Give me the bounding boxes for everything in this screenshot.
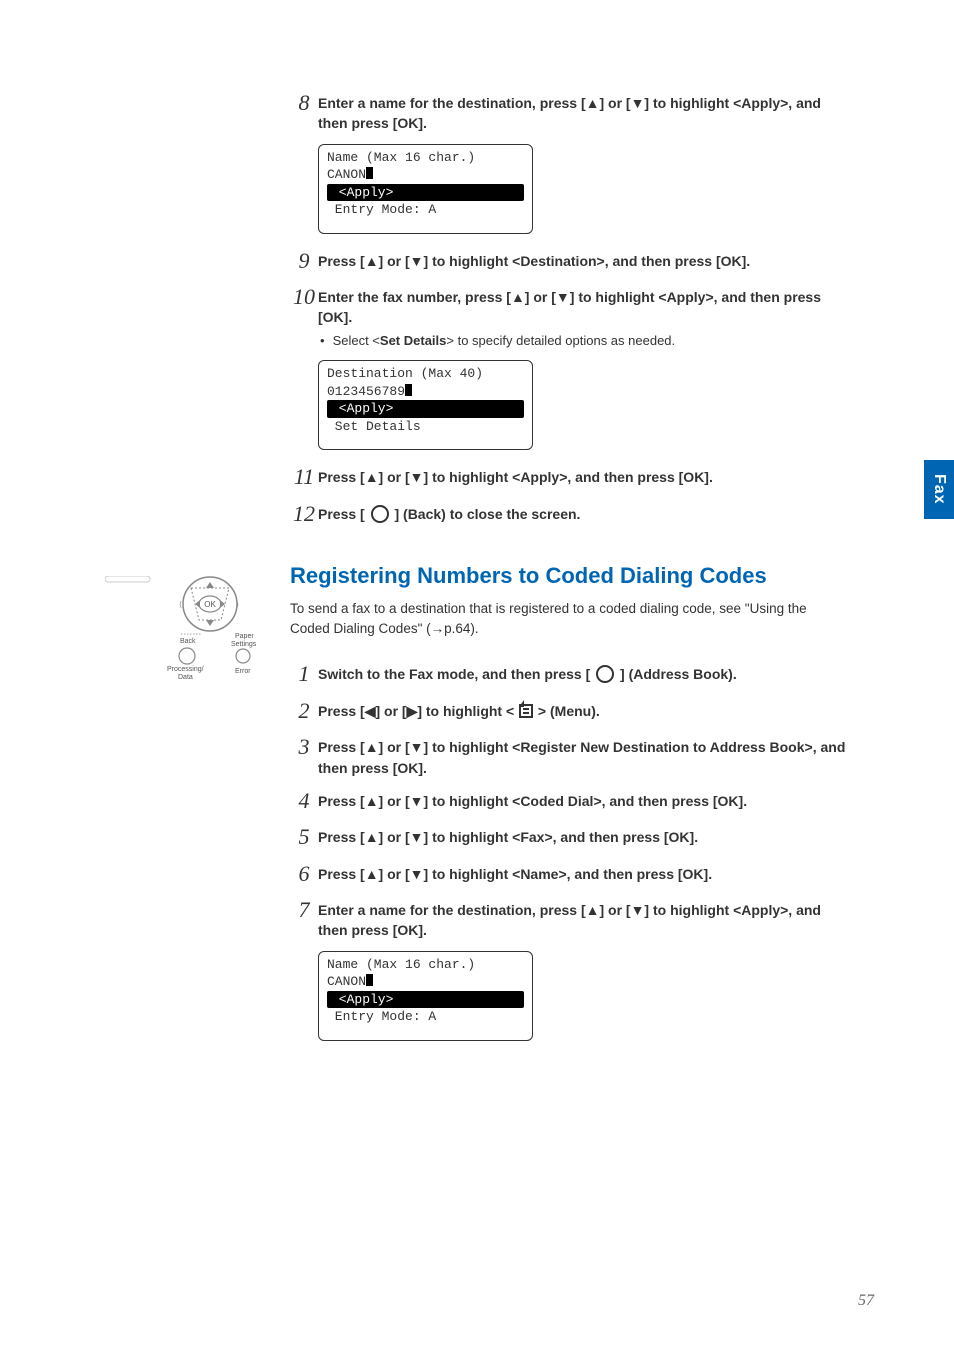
step-number: 2 xyxy=(290,698,318,724)
step-b7: 7 Enter a name for the destination, pres… xyxy=(290,897,850,941)
cursor-icon xyxy=(405,384,412,396)
step-b3: 3 Press [▲] or [▼] to highlight <Registe… xyxy=(290,734,850,778)
bullet-note: • Select <Set Details> to specify detail… xyxy=(318,332,850,350)
svg-text:Error: Error xyxy=(235,668,251,675)
step-number: 7 xyxy=(290,897,318,923)
step-11: 11 Press [▲] or [▼] to highlight <Apply>… xyxy=(290,464,850,490)
step-text: Enter the fax number, press [▲] or [▼] t… xyxy=(318,287,850,328)
step-text: Press [▲] or [▼] to highlight <Name>, an… xyxy=(318,864,850,884)
step-b2: 2 Press [◀] or [▶] to highlight < > (Men… xyxy=(290,698,850,724)
address-book-button-icon xyxy=(596,665,614,683)
step-10: 10 Enter the fax number, press [▲] or [▼… xyxy=(290,284,850,350)
side-tab: Fax xyxy=(924,460,954,519)
svg-text:OK: OK xyxy=(204,600,216,609)
step-number: 11 xyxy=(290,464,318,490)
lcd-line: 0123456789 xyxy=(321,383,530,401)
step-number: 6 xyxy=(290,861,318,887)
lcd-line: Name (Max 16 char.) xyxy=(321,149,530,167)
step-number: 8 xyxy=(290,90,318,116)
lcd-line: CANON xyxy=(321,166,530,184)
lcd-highlight: <Apply> xyxy=(327,991,524,1009)
step-number: 3 xyxy=(290,734,318,760)
step-text: Press [▲] or [▼] to highlight <Apply>, a… xyxy=(318,467,850,487)
step-12: 12 Press [ ] (Back) to close the screen. xyxy=(290,501,850,527)
lcd-highlight: <Apply> xyxy=(327,184,524,202)
step-number: 10 xyxy=(290,284,318,310)
step-number: 1 xyxy=(290,661,318,687)
svg-text:Back: Back xyxy=(180,638,196,645)
step-text: Press [▲] or [▼] to highlight <Register … xyxy=(318,737,850,778)
svg-text:Processing/: Processing/ xyxy=(167,666,204,673)
step-number: 5 xyxy=(290,824,318,850)
step-text: Press [▲] or [▼] to highlight <Destinati… xyxy=(318,251,850,271)
step-b6: 6 Press [▲] or [▼] to highlight <Name>, … xyxy=(290,861,850,887)
step-text: Enter a name for the destination, press … xyxy=(318,93,850,134)
step-number: 12 xyxy=(290,501,318,527)
svg-text:Paper: Paper xyxy=(235,633,254,640)
lcd-line: Entry Mode: A xyxy=(321,201,530,219)
lcd-line: Destination (Max 40) xyxy=(321,365,530,383)
step-b1: 1 Switch to the Fax mode, and then press… xyxy=(290,661,850,687)
section-heading: Registering Numbers to Coded Dialing Cod… xyxy=(290,563,850,589)
step-text: Press [◀] or [▶] to highlight < > (Menu)… xyxy=(318,701,850,721)
section-intro: To send a fax to a destination that is r… xyxy=(290,599,850,640)
lcd-screen-destination: Destination (Max 40) 0123456789 <Apply> … xyxy=(318,360,533,450)
step-text: Press [▲] or [▼] to highlight <Fax>, and… xyxy=(318,827,850,847)
step-number: 9 xyxy=(290,248,318,274)
lcd-line: Set Details xyxy=(321,418,530,436)
lcd-highlight: <Apply> xyxy=(327,400,524,418)
step-text: Press [ ] (Back) to close the screen. xyxy=(318,504,850,524)
svg-text:Settings: Settings xyxy=(231,641,257,648)
lcd-line: CANON xyxy=(321,973,530,991)
step-text: Press [▲] or [▼] to highlight <Coded Dia… xyxy=(318,791,850,811)
svg-text:⟨: ⟨ xyxy=(179,600,182,609)
lcd-screen-name-2: Name (Max 16 char.) CANON <Apply> Entry … xyxy=(318,951,533,1041)
svg-text:Data: Data xyxy=(178,674,193,681)
svg-text:⟩: ⟩ xyxy=(236,600,239,609)
step-b5: 5 Press [▲] or [▼] to highlight <Fax>, a… xyxy=(290,824,850,850)
step-9: 9 Press [▲] or [▼] to highlight <Destina… xyxy=(290,248,850,274)
step-number: 4 xyxy=(290,788,318,814)
dpad-illustration: OK ⟨ ⟩ Back Paper Settings Processing/ D… xyxy=(105,576,260,696)
step-b4: 4 Press [▲] or [▼] to highlight <Coded D… xyxy=(290,788,850,814)
cursor-icon xyxy=(366,974,373,986)
menu-icon xyxy=(519,704,533,718)
lcd-line: Name (Max 16 char.) xyxy=(321,956,530,974)
lcd-line: Entry Mode: A xyxy=(321,1008,530,1026)
back-button-icon xyxy=(371,505,389,523)
bullet-dot-icon: • xyxy=(320,332,325,350)
step-text: Switch to the Fax mode, and then press [… xyxy=(318,664,850,684)
page-number: 57 xyxy=(858,1292,874,1310)
step-8: 8 Enter a name for the destination, pres… xyxy=(290,90,850,134)
lcd-screen-name: Name (Max 16 char.) CANON <Apply> Entry … xyxy=(318,144,533,234)
cursor-icon xyxy=(366,167,373,179)
step-text: Enter a name for the destination, press … xyxy=(318,900,850,941)
